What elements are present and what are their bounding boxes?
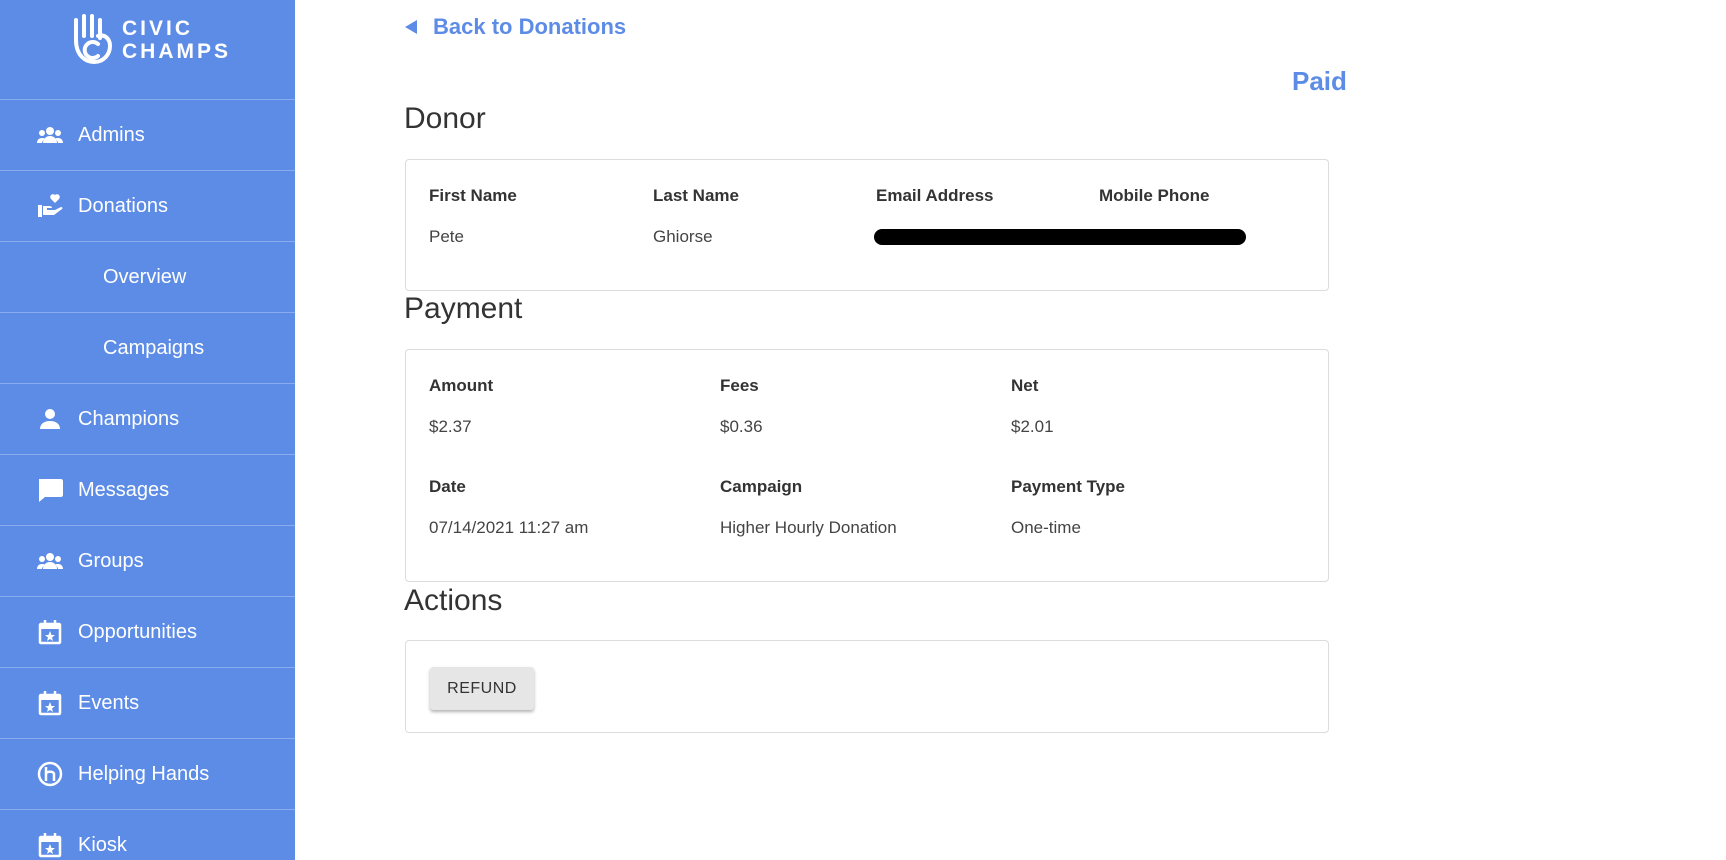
payment-type-label: Payment Type [1011, 477, 1126, 496]
people-icon [36, 547, 64, 575]
sidebar-item-label: Groups [78, 549, 144, 572]
sidebar-item-label: Overview [103, 265, 187, 288]
refund-button[interactable]: REFUND [430, 667, 534, 710]
calendar-star-icon [36, 831, 64, 859]
amount-value: $2.37 [429, 417, 472, 436]
last-name-label: Last Name [653, 186, 739, 205]
logo-wordmark: CIVIC CHAMPS [122, 17, 232, 63]
actions-section-title: Actions [404, 584, 503, 617]
sidebar-item-groups[interactable]: Groups [0, 525, 295, 596]
back-label: Back to Donations [433, 14, 627, 39]
date-label: Date [429, 477, 466, 496]
sidebar-item-label: Campaigns [103, 336, 205, 359]
phone-label: Mobile Phone [1099, 186, 1210, 205]
email-label: Email Address [876, 186, 994, 205]
sidebar-item-kiosk[interactable]: Kiosk [0, 809, 295, 860]
actions-card [405, 640, 1329, 733]
sidebar-item-label: Kiosk [78, 833, 127, 856]
helping-hands-icon [36, 760, 64, 788]
sidebar-item-messages[interactable]: Messages [0, 454, 295, 525]
back-to-donations-link[interactable]: Back to Donations [405, 14, 626, 40]
person-icon [36, 405, 64, 433]
calendar-star-icon [36, 618, 64, 646]
sidebar-item-label: Opportunities [78, 620, 197, 643]
net-label: Net [1011, 376, 1039, 395]
amount-label: Amount [429, 376, 494, 395]
sidebar-item-label: Helping Hands [78, 762, 210, 785]
sidebar: CIVIC CHAMPS Admins Donations Overview C… [0, 0, 295, 860]
people-icon [36, 121, 64, 149]
caret-left-icon [405, 20, 417, 34]
sidebar-item-admins[interactable]: Admins [0, 99, 295, 170]
chat-icon [36, 476, 64, 504]
first-name-value: Pete [429, 227, 464, 246]
first-name-label: First Name [429, 186, 517, 205]
sidebar-item-overview[interactable]: Overview [0, 241, 295, 312]
sidebar-item-label: Messages [78, 478, 170, 501]
fees-value: $0.36 [720, 417, 763, 436]
sidebar-item-label: Donations [78, 194, 169, 217]
donor-card [405, 159, 1329, 291]
campaign-label: Campaign [720, 477, 803, 496]
redacted-contact-info [874, 229, 1246, 245]
civic-champs-logo[interactable]: CIVIC CHAMPS [70, 12, 240, 68]
payment-card [405, 349, 1329, 582]
payment-status: Paid [1292, 66, 1347, 96]
sidebar-item-donations[interactable]: Donations [0, 170, 295, 241]
payment-type-value: One-time [1011, 518, 1081, 537]
sidebar-item-label: Events [78, 691, 140, 714]
payment-section-title: Payment [404, 292, 523, 325]
last-name-value: Ghiorse [653, 227, 713, 246]
sidebar-item-label: Champions [78, 407, 180, 430]
sidebar-item-opportunities[interactable]: Opportunities [0, 596, 295, 667]
campaign-value: Higher Hourly Donation [720, 518, 897, 537]
sidebar-item-events[interactable]: Events [0, 667, 295, 738]
hand-heart-icon [36, 192, 64, 220]
logo-hand-icon [74, 14, 113, 65]
sidebar-item-helping-hands[interactable]: Helping Hands [0, 738, 295, 809]
sidebar-item-champions[interactable]: Champions [0, 383, 295, 454]
sidebar-item-campaigns[interactable]: Campaigns [0, 312, 295, 383]
sidebar-nav: Admins Donations Overview Campaigns Cham… [0, 99, 295, 860]
donor-section-title: Donor [404, 102, 486, 135]
net-value: $2.01 [1011, 417, 1054, 436]
fees-label: Fees [720, 376, 759, 395]
date-value: 07/14/2021 11:27 am [429, 518, 589, 537]
calendar-star-icon [36, 689, 64, 717]
sidebar-item-label: Admins [78, 123, 145, 146]
